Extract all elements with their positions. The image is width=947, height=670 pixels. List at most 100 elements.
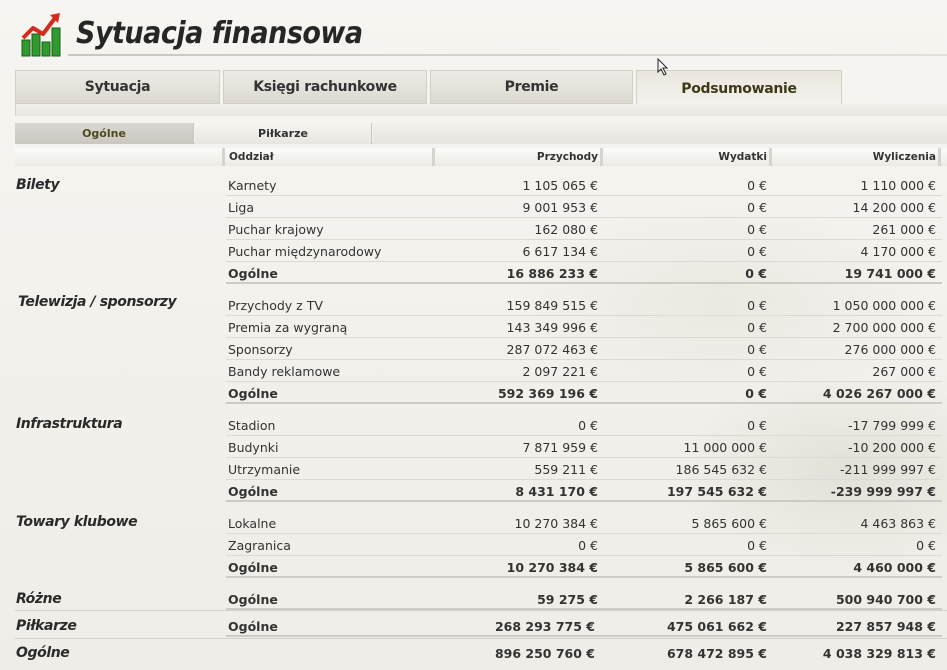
finance-chart-icon xyxy=(21,13,61,57)
tab-premie[interactable]: Premie xyxy=(430,70,633,104)
calc-value: 4 463 863 € xyxy=(860,516,936,531)
subtab-pilkarze[interactable]: Piłkarze xyxy=(195,123,372,144)
table-row: Przychody z TV 159 849 515 € 0 € 1 050 0… xyxy=(226,294,942,316)
expense-value: 475 061 662 € xyxy=(666,619,767,634)
page-title: Sytuacja finansowa xyxy=(76,16,363,51)
expense-value: 11 000 000 € xyxy=(683,440,768,455)
row-label: Karnety xyxy=(228,178,277,193)
expense-value: 0 € xyxy=(747,298,767,313)
total-row: Ogólne 268 293 775 € 475 061 662 € 227 8… xyxy=(226,615,942,637)
calc-value: 19 741 000 € xyxy=(844,266,936,281)
income-value: 59 275 € xyxy=(537,592,598,607)
expense-value: 0 € xyxy=(747,538,767,553)
income-value: 1 105 065 € xyxy=(522,178,598,193)
calc-value: 0 € xyxy=(916,538,936,553)
income-value: 0 € xyxy=(578,418,598,433)
calc-value: 4 038 329 813 € xyxy=(822,646,936,661)
sub-tabs: Ogólne Piłkarze xyxy=(15,123,947,144)
calc-value: -211 999 997 € xyxy=(840,462,936,477)
expense-value: 0 € xyxy=(747,418,767,433)
table-row: Premia za wygraną 143 349 996 € 0 € 2 70… xyxy=(226,316,942,338)
row-label: Liga xyxy=(228,200,255,215)
expense-value: 0 € xyxy=(747,222,767,237)
expense-value: 0 € xyxy=(747,178,767,193)
calc-value: 4 026 267 000 € xyxy=(822,386,936,401)
calc-value: -239 999 997 € xyxy=(830,484,936,499)
calc-value: 227 857 948 € xyxy=(835,619,936,634)
expense-value: 197 545 632 € xyxy=(666,484,767,499)
calc-value: 4 170 000 € xyxy=(860,244,936,259)
income-value: 896 250 760 € xyxy=(494,646,595,661)
income-value: 268 293 775 € xyxy=(494,619,595,634)
expense-value: 678 472 895 € xyxy=(666,646,767,661)
header-divider xyxy=(68,54,947,56)
column-divider xyxy=(222,148,225,166)
income-value: 10 270 384 € xyxy=(514,516,599,531)
row-divider xyxy=(15,638,947,639)
income-value: 10 270 384 € xyxy=(506,560,598,575)
category-label: Bilety xyxy=(16,177,60,193)
table-row: Puchar międzynarodowy 6 617 134 € 0 € 4 … xyxy=(226,240,942,262)
row-label: Ogólne xyxy=(228,266,278,281)
row-label: Zagranica xyxy=(228,538,291,553)
expense-value: 0 € xyxy=(747,244,767,259)
income-value: 8 431 170 € xyxy=(515,484,598,499)
table-row: Stadion 0 € 0 € -17 799 999 € xyxy=(226,414,942,436)
subtab-filler xyxy=(373,123,947,144)
calc-value: 500 940 700 € xyxy=(835,592,936,607)
row-label: Utrzymanie xyxy=(228,462,301,477)
grand-total-label: Ogólne xyxy=(16,645,70,661)
income-value: 559 211 € xyxy=(534,462,598,477)
table-row: Budynki 7 871 959 € 11 000 000 € -10 200… xyxy=(226,436,942,458)
column-divider xyxy=(432,148,435,166)
category-label: Towary klubowe xyxy=(16,514,138,530)
income-value: 143 349 996 € xyxy=(506,320,598,335)
income-value: 16 886 233 € xyxy=(506,266,598,281)
tab-panel-top xyxy=(15,104,947,116)
main-tabs: Sytuacja Księgi rachunkowe Premie Podsum… xyxy=(15,70,947,106)
total-row: Ogólne 59 275 € 2 266 187 € 500 940 700 … xyxy=(226,588,942,610)
calc-value: 1 110 000 € xyxy=(860,178,936,193)
row-label: Budynki xyxy=(228,440,279,455)
column-divider xyxy=(769,148,772,166)
row-label: Ogólne xyxy=(228,386,278,401)
expense-value: 0 € xyxy=(747,320,767,335)
table-row: Sponsorzy 287 072 463 € 0 € 276 000 000 … xyxy=(226,338,942,360)
tab-sytuacja[interactable]: Sytuacja xyxy=(15,70,220,104)
income-value: 9 001 953 € xyxy=(522,200,598,215)
row-label: Ogólne xyxy=(228,484,278,499)
expense-value: 0 € xyxy=(747,364,767,379)
total-row: Ogólne 10 270 384 € 5 865 600 € 4 460 00… xyxy=(226,556,942,578)
table-row: Liga 9 001 953 € 0 € 14 200 000 € xyxy=(226,196,942,218)
column-header-income[interactable]: Przychody xyxy=(440,151,598,169)
expense-value: 5 865 600 € xyxy=(691,516,767,531)
income-value: 287 072 463 € xyxy=(506,342,598,357)
expense-value: 2 266 187 € xyxy=(684,592,767,607)
income-value: 2 097 221 € xyxy=(522,364,598,379)
row-label: Sponsorzy xyxy=(228,342,293,357)
row-divider xyxy=(15,610,947,611)
calc-value: 14 200 000 € xyxy=(852,200,937,215)
row-label: Przychody z TV xyxy=(228,298,323,313)
category-label: Telewizja / sponsorzy xyxy=(18,294,177,310)
calc-value: 276 000 000 € xyxy=(844,342,936,357)
column-header-expense[interactable]: Wydatki xyxy=(606,151,767,169)
page-header: Sytuacja finansowa xyxy=(0,0,947,62)
income-value: 159 849 515 € xyxy=(506,298,598,313)
tab-ksiegi-rachunkowe[interactable]: Księgi rachunkowe xyxy=(223,70,427,104)
row-label: Bandy reklamowe xyxy=(228,364,341,379)
calc-value: -10 200 000 € xyxy=(847,440,936,455)
calc-value: 2 700 000 000 € xyxy=(832,320,936,335)
column-header-calc[interactable]: Wyliczenia xyxy=(775,151,936,169)
expense-value: 186 545 632 € xyxy=(675,462,767,477)
table-row: Bandy reklamowe 2 097 221 € 0 € 267 000 … xyxy=(226,360,942,382)
category-label: Różne xyxy=(16,591,62,607)
subtab-ogolne[interactable]: Ogólne xyxy=(15,123,194,144)
row-label: Ogólne xyxy=(228,619,278,634)
income-value: 0 € xyxy=(578,538,598,553)
calc-value: 267 000 € xyxy=(872,364,936,379)
column-header-dept[interactable]: Oddział xyxy=(229,151,274,169)
calc-value: 261 000 € xyxy=(872,222,936,237)
mouse-cursor-icon xyxy=(657,58,669,76)
column-divider xyxy=(600,148,603,166)
